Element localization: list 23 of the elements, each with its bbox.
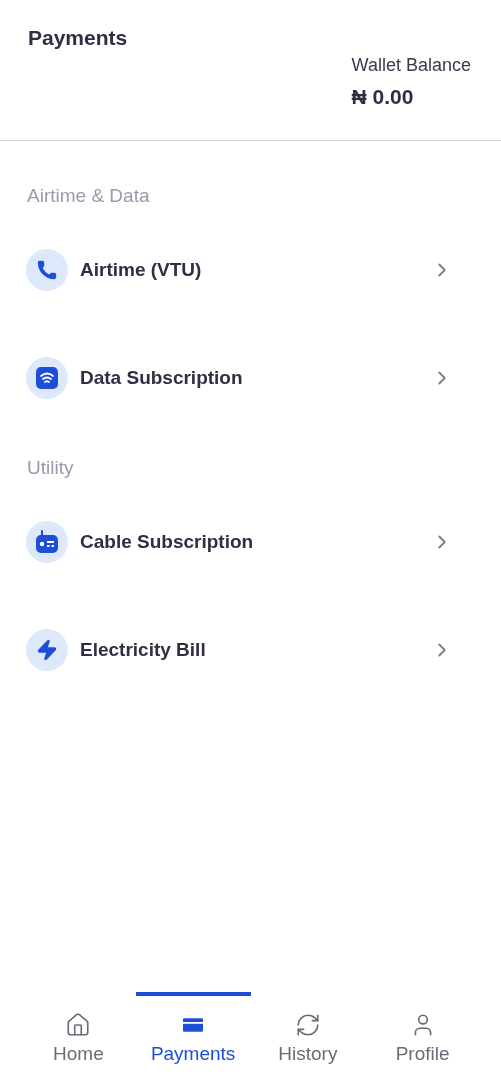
phone-icon — [36, 259, 58, 281]
home-icon — [65, 1012, 92, 1038]
lightning-icon — [36, 639, 58, 661]
option-label: Cable Subscription — [80, 529, 255, 554]
nav-tab[interactable]: Profile — [395, 1012, 450, 1069]
wallet-label: Wallet Balance — [351, 54, 471, 77]
option-label: Electricity Bill — [80, 637, 207, 662]
nav-tab[interactable]: Payments — [150, 1012, 236, 1069]
payment-option[interactable]: Data Subscription — [0, 356, 501, 400]
refresh-icon — [294, 1012, 321, 1038]
payment-option[interactable]: Airtime (VTU) — [0, 248, 501, 292]
option-label: Data Subscription — [80, 365, 244, 390]
nav-tab[interactable]: Home — [53, 1012, 104, 1069]
section-title: Airtime & Data — [26, 184, 151, 208]
option-label: Airtime (VTU) — [80, 257, 203, 282]
wallet-amount: ₦ 0.00 — [351, 84, 414, 110]
nav-tab[interactable]: History — [278, 1012, 338, 1069]
page-title: Payments — [28, 25, 128, 51]
payment-option[interactable]: Cable Subscription — [0, 520, 501, 564]
section-title: Utility — [26, 456, 75, 480]
wifi-icon — [36, 367, 58, 389]
radio-icon — [36, 530, 58, 554]
payment-option[interactable]: Electricity Bill — [0, 628, 501, 672]
